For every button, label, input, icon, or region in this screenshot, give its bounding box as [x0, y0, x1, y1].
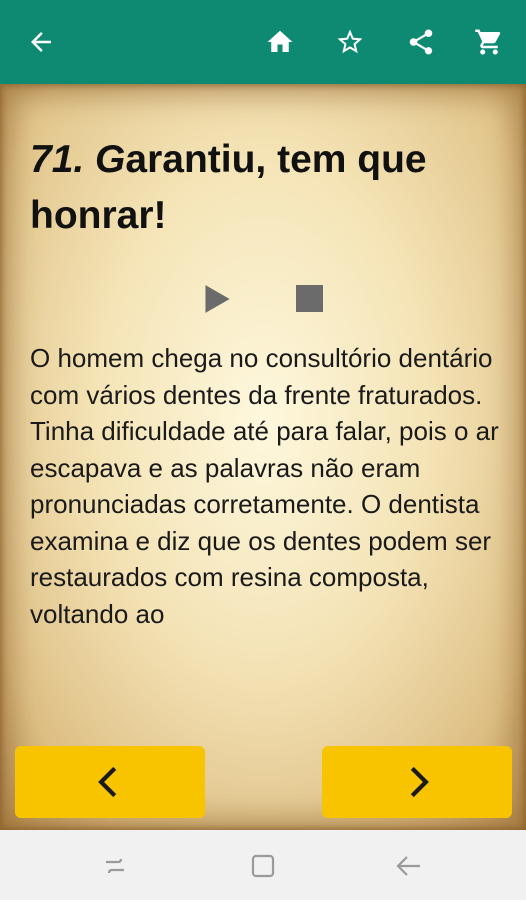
- play-icon: [205, 285, 230, 313]
- system-home-button[interactable]: [245, 848, 281, 884]
- share-button[interactable]: [399, 20, 443, 64]
- play-button[interactable]: [203, 284, 231, 314]
- back-arrow-icon: [31, 32, 51, 52]
- stop-icon: [296, 285, 323, 312]
- system-navigation-bar: [0, 830, 526, 900]
- favorite-button[interactable]: [328, 20, 372, 64]
- cart-icon: [475, 29, 501, 55]
- cart-button[interactable]: [467, 20, 511, 64]
- system-back-button[interactable]: [391, 848, 427, 884]
- story-number: 71. G: [30, 138, 126, 181]
- share-icon: [409, 29, 433, 55]
- recent-apps-button[interactable]: [97, 848, 133, 884]
- story-title: 71. Garantiu, tem que honrar!: [30, 132, 500, 244]
- back-button[interactable]: [19, 20, 63, 64]
- stop-button[interactable]: [296, 285, 323, 312]
- previous-story-button[interactable]: [15, 746, 205, 818]
- parchment-content: 71. Garantiu, tem que honrar! O homem ch…: [0, 84, 526, 830]
- media-controls: [0, 282, 526, 316]
- home-button[interactable]: [258, 20, 302, 64]
- app-screen: 71. Garantiu, tem que honrar! O homem ch…: [0, 0, 526, 900]
- top-app-bar: [0, 0, 526, 84]
- chevron-right-icon: [410, 766, 429, 798]
- story-body: O homem chega no consultório dentário co…: [30, 343, 499, 629]
- next-story-button[interactable]: [322, 746, 512, 818]
- recent-apps-icon: [106, 858, 124, 874]
- system-back-icon: [396, 856, 420, 876]
- home-square-icon: [251, 854, 275, 878]
- chevron-left-icon: [98, 766, 117, 798]
- home-icon: [267, 30, 293, 52]
- star-outline-icon: [337, 29, 363, 54]
